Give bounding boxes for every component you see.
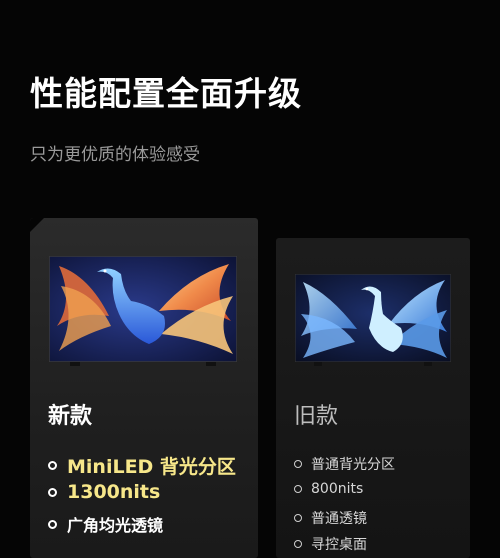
new-feature-text: 广角均光透镜 — [67, 516, 164, 535]
new-feature-item: 1300nits — [48, 481, 160, 503]
phoenix-tv-new-picture — [49, 256, 237, 362]
tv-stand-left — [314, 362, 322, 366]
new-feature-item: 广角均光透镜 — [48, 512, 163, 536]
new-feature-text: 1300nits — [67, 481, 161, 503]
old-feature-item: 普通背光分区 — [294, 454, 395, 474]
bullet-circle-icon — [48, 487, 57, 497]
old-model-label: 旧款 — [294, 404, 339, 429]
old-model-card: 旧款 普通背光分区 800nits 普通透镜 寻控桌面 — [276, 238, 470, 558]
old-feature-text: 普通背光分区 — [311, 457, 395, 473]
new-feature-item: MiniLED 背光分区 — [48, 452, 236, 479]
old-feature-item: 800nits — [294, 481, 363, 497]
tv-stand-left — [70, 362, 80, 366]
new-tv-image — [49, 256, 237, 362]
old-feature-text: 普通透镜 — [311, 511, 367, 527]
bullet-circle-icon — [48, 519, 57, 529]
old-feature-item: 寻控桌面 — [294, 534, 367, 554]
old-feature-text: 800nits — [311, 481, 364, 497]
tv-stand-right — [424, 362, 432, 366]
new-model-label: 新款 — [48, 404, 93, 429]
old-feature-text: 寻控桌面 — [311, 537, 367, 553]
old-tv-image — [295, 274, 451, 362]
page-subtitle: 只为更优质的体验感受 — [30, 145, 200, 165]
old-feature-item: 普通透镜 — [294, 508, 367, 528]
bullet-circle-icon — [48, 461, 57, 470]
bullet-circle-icon — [294, 540, 302, 548]
new-feature-text: MiniLED 背光分区 — [67, 456, 236, 478]
new-model-card: 新款 MiniLED 背光分区 1300nits 广角均光透镜 — [30, 218, 258, 558]
bullet-circle-icon — [294, 460, 302, 468]
bullet-circle-icon — [294, 485, 302, 493]
phoenix-tv-old-picture — [295, 274, 451, 362]
page-title: 性能配置全面升级 — [30, 74, 302, 113]
bullet-circle-icon — [294, 514, 302, 522]
card-corner-notch — [30, 218, 44, 232]
tv-stand-right — [206, 362, 216, 366]
